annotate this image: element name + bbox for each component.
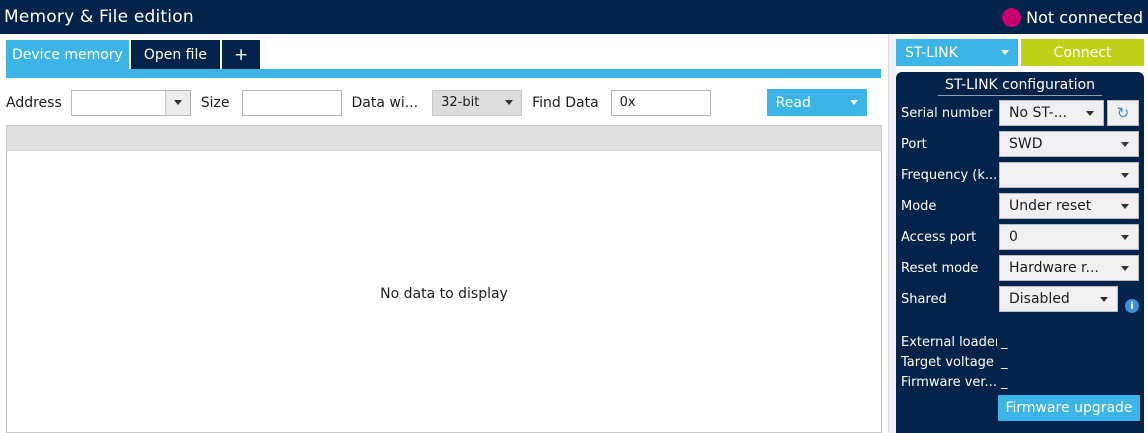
empty-message: No data to display xyxy=(380,286,508,302)
divider xyxy=(938,95,1102,96)
chevron-down-icon xyxy=(1121,203,1129,209)
memory-toolbar: Address Size Data wi... 32-bit Find Data… xyxy=(6,89,881,116)
serial-number-label: Serial number xyxy=(901,105,993,121)
memory-table[interactable]: No data to display xyxy=(6,125,882,433)
status-dot-icon xyxy=(1002,7,1022,27)
tab-open-file[interactable]: Open file xyxy=(130,40,220,70)
serial-number-select[interactable]: No ST-... xyxy=(999,100,1104,126)
target-voltage-row: Target voltage _ xyxy=(901,353,1008,371)
shared-label: Shared xyxy=(901,291,947,307)
table-header xyxy=(7,126,881,151)
interface-value: ST-LINK xyxy=(905,44,958,61)
chevron-down-icon[interactable] xyxy=(849,100,858,105)
add-tab-button[interactable]: + xyxy=(222,40,261,70)
mode-label: Mode xyxy=(901,198,937,214)
frequency-label: Frequency (k... xyxy=(901,167,998,183)
access-port-value: 0 xyxy=(1009,229,1018,245)
data-width-select[interactable]: 32-bit xyxy=(432,89,523,116)
chevron-down-icon xyxy=(1100,296,1108,302)
reset-mode-label: Reset mode xyxy=(901,260,979,276)
chevron-down-icon xyxy=(1121,141,1129,147)
read-button-label: Read xyxy=(775,94,811,111)
title-bar: Memory & File edition Not connected xyxy=(0,0,1148,34)
target-voltage-label: Target voltage xyxy=(901,354,994,370)
access-port-label: Access port xyxy=(901,229,977,245)
interface-select[interactable]: ST-LINK xyxy=(896,39,1018,66)
config-title: ST-LINK configuration xyxy=(944,77,1096,93)
find-data-label: Find Data xyxy=(532,94,599,111)
chevron-down-icon[interactable] xyxy=(164,90,190,115)
access-port-select[interactable]: 0 xyxy=(999,224,1139,250)
mode-value: Under reset xyxy=(1009,198,1092,214)
panel-splitter[interactable] xyxy=(888,34,896,433)
data-width-label: Data wi... xyxy=(351,94,419,111)
connect-button[interactable]: Connect xyxy=(1021,39,1144,66)
frequency-select[interactable] xyxy=(999,162,1139,188)
chevron-down-icon xyxy=(1001,50,1009,55)
address-label: Address xyxy=(6,94,62,111)
chevron-down-icon xyxy=(1121,265,1129,271)
firmware-version-value: _ xyxy=(1001,374,1008,390)
firmware-version-row: Firmware ver... _ xyxy=(901,373,1008,391)
chevron-down-icon xyxy=(505,100,514,105)
tab-device-memory[interactable]: Device memory xyxy=(6,40,129,70)
read-button[interactable]: Read xyxy=(766,89,867,116)
tab-bar: Device memory Open file + xyxy=(6,40,262,70)
external-loader-value: _ xyxy=(1001,334,1008,350)
mode-select[interactable]: Under reset xyxy=(999,193,1139,219)
window-title: Memory & File edition xyxy=(4,7,194,27)
external-loader-label: External loader xyxy=(901,334,997,350)
firmware-upgrade-button[interactable]: Firmware upgrade xyxy=(998,395,1140,421)
port-value: SWD xyxy=(1009,136,1043,152)
shared-value: Disabled xyxy=(1009,291,1070,307)
chevron-down-icon xyxy=(1121,234,1129,240)
refresh-icon[interactable]: ↻ xyxy=(1107,100,1139,126)
connection-status-text: Not connected xyxy=(1026,7,1143,27)
memory-panel: Device memory Open file + Address Size D… xyxy=(0,34,888,433)
size-input[interactable] xyxy=(241,89,342,116)
reset-mode-value: Hardware r... xyxy=(1009,260,1099,276)
data-width-value: 32-bit xyxy=(441,95,480,110)
find-data-input[interactable]: 0x xyxy=(610,89,711,116)
external-loader-row: External loader _ xyxy=(901,333,1008,351)
shared-select[interactable]: Disabled xyxy=(999,286,1118,312)
address-combo[interactable] xyxy=(70,89,191,116)
reset-mode-select[interactable]: Hardware r... xyxy=(999,255,1139,281)
connection-status: Not connected xyxy=(1002,7,1143,27)
connection-panel: ST-LINK Connect ST-LINK configuration Se… xyxy=(896,34,1148,433)
size-label: Size xyxy=(200,94,230,111)
serial-number-value: No ST-... xyxy=(1009,105,1068,121)
firmware-version-label: Firmware ver... xyxy=(901,374,997,390)
stlink-config-panel: ST-LINK configuration Serial number No S… xyxy=(896,72,1144,433)
port-select[interactable]: SWD xyxy=(999,131,1139,157)
chevron-down-icon xyxy=(1086,110,1094,116)
target-voltage-value: _ xyxy=(1001,354,1008,370)
info-icon[interactable]: i xyxy=(1125,299,1139,313)
tab-underline xyxy=(6,69,881,78)
port-label: Port xyxy=(901,136,927,152)
chevron-down-icon xyxy=(1121,172,1129,178)
